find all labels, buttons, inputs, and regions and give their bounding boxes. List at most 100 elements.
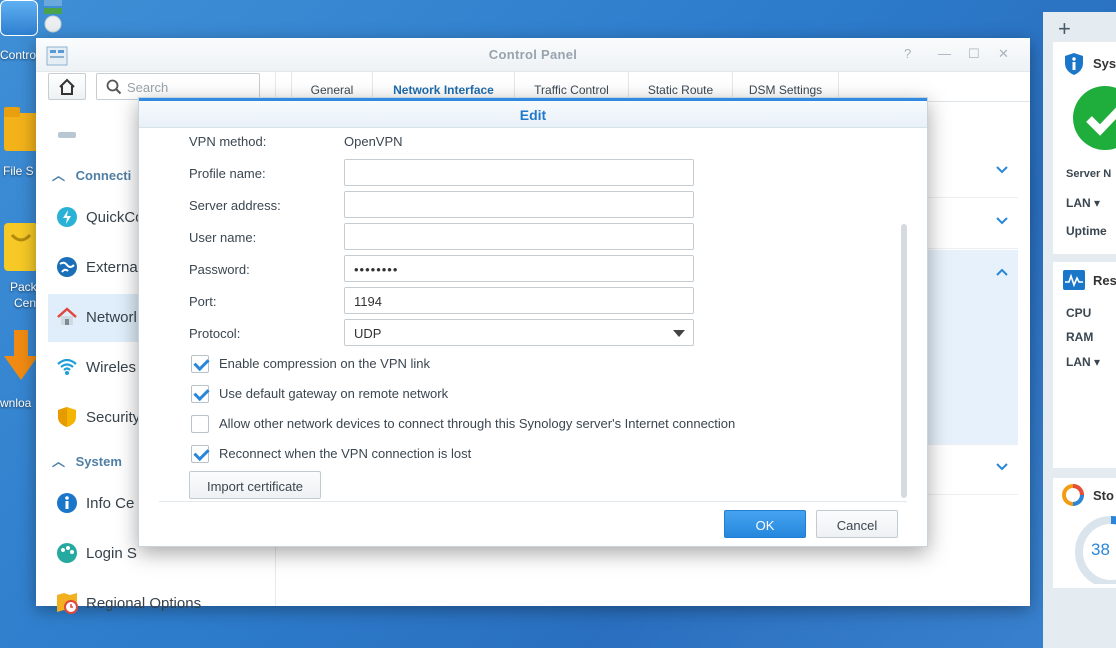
search-input[interactable]: Search [96, 73, 260, 100]
dialog-scrollbar[interactable] [901, 224, 907, 498]
storage-widget: Sto 38 [1053, 478, 1116, 588]
sidebar-item-label: Externa [86, 259, 138, 276]
desktop-label-pack: Pack [10, 280, 37, 294]
section-system[interactable]: ︿ System [52, 451, 122, 470]
minimize-icon[interactable]: — [938, 46, 951, 61]
user-name-label: User name: [189, 230, 257, 245]
allow-other-devices-label: Allow other network devices to connect t… [219, 416, 736, 431]
info-icon [57, 493, 77, 513]
lan-text: LAN [1066, 196, 1091, 210]
globe-icon [57, 257, 77, 277]
section-system-label: System [75, 454, 122, 469]
chevron-down-icon [996, 166, 1008, 174]
collapse-chevron-icon: ︿ [52, 168, 66, 183]
resource-monitor-icon [1063, 270, 1085, 290]
storage-icon [1062, 484, 1084, 506]
home-icon [59, 78, 75, 95]
default-gateway-checkbox[interactable] [191, 385, 209, 403]
storage-widget-title: Sto [1093, 488, 1114, 503]
system-health-widget: Sys Server N LAN ▾ Uptime [1053, 42, 1116, 254]
dialog-divider [159, 501, 907, 502]
allow-other-devices-checkbox[interactable] [191, 415, 209, 433]
profile-name-field[interactable] [344, 159, 694, 186]
network-house-icon [57, 307, 77, 325]
reconnect-checkbox[interactable] [191, 445, 209, 463]
chevron-down-icon [996, 217, 1008, 225]
search-icon [106, 79, 122, 95]
resource-widget-title: Res [1093, 273, 1116, 288]
collapse-chevron-icon: ︿ [52, 454, 66, 469]
dialog-title: Edit [519, 107, 547, 123]
server-address-label: Server address: [189, 198, 281, 213]
lan-label[interactable]: LAN ▾ [1066, 196, 1100, 210]
lan-resource-text: LAN [1066, 355, 1091, 369]
uptime-label: Uptime [1066, 224, 1107, 238]
sidebar-item-label: Regional Options [86, 595, 202, 612]
resource-monitor-widget: Res CPU RAM LAN ▾ [1053, 262, 1116, 468]
help-icon[interactable]: ? [904, 46, 911, 61]
close-icon[interactable]: ✕ [998, 46, 1009, 62]
window-title: Control Panel [488, 47, 578, 62]
enable-compression-checkbox[interactable] [191, 355, 209, 373]
server-name-label: Server N [1066, 168, 1112, 180]
cpu-label: CPU [1066, 306, 1092, 320]
status-ok-icon [1073, 86, 1116, 150]
control-panel-small-icon [40, 0, 66, 34]
edit-dialog: Edit VPN method: OpenVPN Profile name: S… [138, 97, 928, 547]
import-certificate-button[interactable]: Import certificate [189, 471, 321, 499]
shield-icon [58, 407, 76, 427]
profile-name-label: Profile name: [189, 166, 266, 181]
chevron-down-icon [996, 463, 1008, 471]
quickconnect-icon [57, 207, 77, 227]
desktop-label-control: Contro [0, 48, 37, 62]
sidebar-item-label: Security [86, 409, 141, 426]
sidebar-item-regional-options[interactable]: Regional Options [48, 580, 274, 628]
dialog-header[interactable]: Edit [139, 98, 927, 128]
ram-label: RAM [1066, 330, 1094, 344]
palette-icon [57, 543, 77, 563]
desktop-label-file: File S [3, 164, 34, 178]
desktop-icon-control-panel[interactable] [0, 0, 38, 36]
default-gateway-label: Use default gateway on remote network [219, 386, 449, 401]
download-station-icon[interactable] [4, 330, 38, 386]
reconnect-label: Reconnect when the VPN connection is los… [219, 446, 472, 461]
enable-compression-label: Enable compression on the VPN link [219, 356, 431, 371]
sidebar-item-label: Info Ce [86, 495, 135, 512]
info-icon [1065, 53, 1083, 75]
home-button[interactable] [48, 73, 86, 100]
desktop-label-center: Cen [14, 296, 37, 310]
port-label: Port: [189, 294, 217, 309]
map-clock-icon [57, 593, 78, 614]
file-station-icon[interactable] [4, 105, 38, 151]
search-placeholder: Search [127, 80, 169, 95]
vpn-method-label: VPN method: [189, 134, 267, 149]
desktop-label-download: wnloa [0, 396, 32, 410]
sidebar-item-label: Login S [86, 545, 137, 562]
password-field[interactable]: •••••••• [344, 255, 694, 282]
sidebar-item-label: Wireles [86, 359, 137, 376]
port-field[interactable]: 1194 [344, 287, 694, 314]
dropdown-arrow-icon [673, 330, 685, 337]
lan-resource-label[interactable]: LAN ▾ [1066, 355, 1100, 369]
wifi-icon [57, 358, 77, 375]
system-widget-title: Sys [1093, 56, 1116, 71]
vpn-method-value: OpenVPN [344, 134, 403, 149]
section-connectivity-label: Connecti [75, 168, 132, 183]
package-center-icon[interactable] [4, 215, 38, 271]
server-address-field[interactable] [344, 191, 694, 218]
ok-button[interactable]: OK [724, 510, 806, 538]
protocol-label: Protocol: [189, 326, 241, 341]
maximize-icon[interactable]: ☐ [968, 46, 980, 62]
protocol-selected-value: UDP [354, 326, 382, 341]
storage-percent: 38 [1091, 540, 1110, 559]
sidebar-item-label: QuickCo [86, 209, 144, 226]
cancel-button[interactable]: Cancel [816, 510, 898, 538]
section-connectivity[interactable]: ︿ Connecti [52, 165, 131, 184]
window-titlebar[interactable]: Control Panel ? — ☐ ✕ [36, 38, 1030, 72]
protocol-select[interactable]: UDP [344, 319, 694, 346]
password-label: Password: [189, 262, 250, 277]
sidebar-scrollbar[interactable] [58, 132, 76, 138]
sidebar-item-label: Networl [86, 309, 137, 326]
user-name-field[interactable] [344, 223, 694, 250]
add-widget-button[interactable]: + [1058, 16, 1071, 42]
